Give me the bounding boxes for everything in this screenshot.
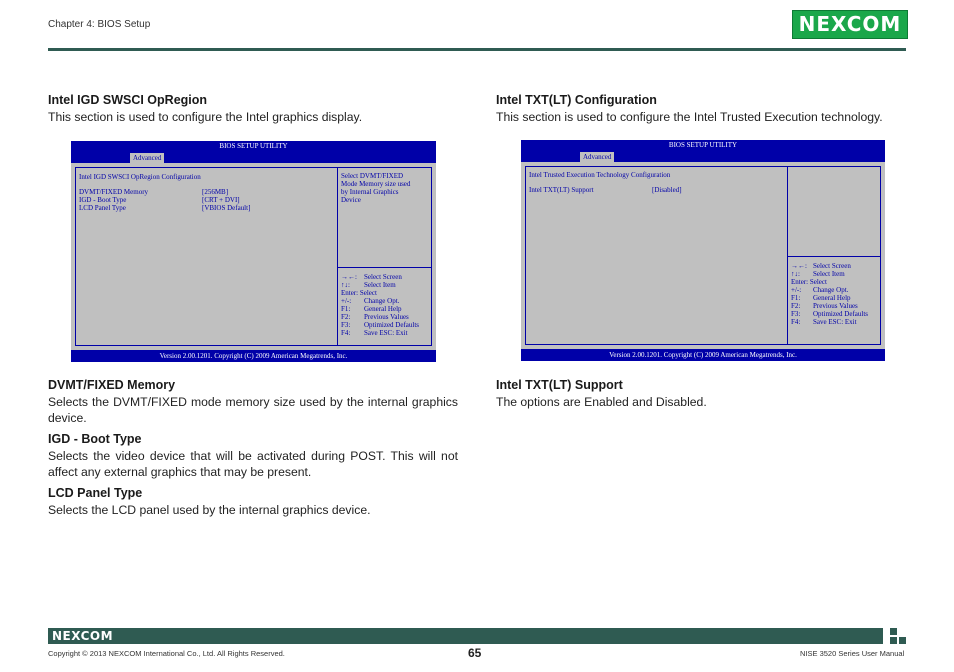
bios-key: +/-: [341, 297, 352, 305]
section-text-boot-type: Selects the video device that will be ac… [48, 449, 458, 479]
footer-square-icon [899, 637, 906, 644]
section-heading-boot-type: IGD - Boot Type [48, 432, 142, 446]
bios-screen-right: BIOS SETUP UTILITY Advanced Intel Truste… [521, 140, 885, 361]
bios-footer: Version 2.00.1201. Copyright (C) 2009 Am… [159, 352, 348, 360]
section-heading-dvmt: DVMT/FIXED Memory [48, 378, 176, 392]
footer-square-icon [890, 628, 897, 635]
bios-panel: Intel IGD SWSCI OpRegion Configuration D… [71, 163, 436, 350]
nexcom-logo: NEXCOM [792, 10, 908, 39]
bios-key: F3: [341, 321, 351, 329]
bios-key: →←: [341, 273, 357, 281]
bios-key-desc: Select Item [364, 281, 396, 289]
footer-square-icon [890, 637, 897, 644]
bios-footer: Version 2.00.1201. Copyright (C) 2009 Am… [609, 351, 797, 359]
bios-help-line: Device [341, 196, 361, 204]
tab-advanced[interactable]: Advanced [130, 153, 165, 163]
bios-item-label[interactable]: Intel TXT(LT) Support [529, 186, 594, 194]
manual-title: NISE 3520 Series User Manual [800, 649, 905, 658]
section-text-lcd-panel: Selects the LCD panel used by the intern… [48, 503, 371, 517]
copyright-text: Copyright © 2013 NEXCOM International Co… [48, 649, 285, 658]
bios-key: F4: [341, 329, 351, 337]
bios-key-desc: Optimized Defaults [813, 310, 869, 318]
bios-config-title: Intel IGD SWSCI OpRegion Configuration [79, 173, 201, 181]
bios-item-label[interactable]: DVMT/FIXED Memory [79, 188, 148, 196]
bios-key: F2: [341, 313, 351, 321]
section-heading-lcd-panel: LCD Panel Type [48, 486, 143, 500]
bios-key: →←: [791, 262, 807, 270]
bios-help-line: by Internal Graphics [341, 188, 399, 196]
bios-item-label[interactable]: IGD - Boot Type [79, 196, 126, 204]
bios-key: Enter: Select [791, 278, 827, 286]
bios-key-desc: General Help [364, 305, 402, 313]
bios-key-desc: Optimized Defaults [364, 321, 420, 329]
section-heading-txt-support: Intel TXT(LT) Support [496, 378, 623, 392]
bios-key: Enter: Select [341, 289, 377, 297]
bios-key: F3: [791, 310, 801, 318]
logo-text: NEXCOM [798, 12, 902, 36]
bios-config-title: Intel Trusted Execution Technology Confi… [529, 171, 671, 179]
bios-key-desc: Select Item [813, 270, 845, 278]
bios-key: F1: [791, 294, 801, 302]
bios-help-divider [338, 267, 431, 268]
bios-key-desc: Select Screen [364, 273, 402, 281]
bios-item-value[interactable]: [VBIOS Default] [202, 204, 250, 212]
header-rule [48, 48, 906, 51]
bios-panel: Intel Trusted Execution Technology Confi… [521, 162, 885, 349]
bios-item-value[interactable]: [256MB] [202, 188, 228, 196]
bios-key: F1: [341, 305, 351, 313]
bios-key: ↑↓: [791, 270, 800, 278]
bios-key: F4: [791, 318, 801, 326]
bios-tab-row: Advanced [71, 152, 436, 163]
bios-key-desc: Previous Values [364, 313, 409, 321]
section-text-txt-config: This section is used to configure the In… [496, 110, 883, 124]
bios-help-divider [788, 256, 880, 257]
bios-key-desc: General Help [813, 294, 851, 302]
section-text-dvmt: Selects the DVMT/FIXED mode memory size … [48, 395, 458, 425]
bios-key: F2: [791, 302, 801, 310]
bios-key: ↑↓: [341, 281, 350, 289]
bios-title: BIOS SETUP UTILITY [668, 141, 738, 149]
section-text-igd-swsci: This section is used to configure the In… [48, 110, 363, 124]
bios-help-line: Mode Memory size used [341, 180, 411, 188]
bios-key-desc: Save ESC: Exit [813, 318, 857, 326]
bios-key-desc: Select Screen [813, 262, 851, 270]
bios-key-desc: Change Opt. [364, 297, 400, 305]
section-heading-txt-config: Intel TXT(LT) Configuration [496, 93, 657, 107]
bios-help-line: Select DVMT/FIXED [341, 172, 404, 180]
bios-divider [337, 168, 338, 345]
bios-item-value[interactable]: [Disabled] [652, 186, 682, 194]
footer-logo: NEXCOM [52, 629, 114, 643]
footer-bar [48, 628, 883, 644]
page-number: 65 [468, 646, 482, 660]
bios-tab-row: Advanced [521, 151, 885, 162]
chapter-title: Chapter 4: BIOS Setup [48, 19, 151, 30]
section-heading-igd-swsci: Intel IGD SWSCI OpRegion [48, 93, 208, 107]
bios-key-desc: Save ESC: Exit [364, 329, 408, 337]
bios-key: +/-: [791, 286, 802, 294]
section-text-txt-support: The options are Enabled and Disabled. [496, 395, 707, 409]
bios-title: BIOS SETUP UTILITY [219, 142, 288, 150]
bios-item-label[interactable]: LCD Panel Type [79, 204, 126, 212]
tab-advanced[interactable]: Advanced [580, 152, 615, 162]
bios-screen-left: BIOS SETUP UTILITY Advanced Intel IGD SW… [71, 141, 436, 362]
bios-key-desc: Previous Values [813, 302, 858, 310]
bios-key-desc: Change Opt. [813, 286, 849, 294]
bios-item-value[interactable]: [CRT + DVI] [202, 196, 240, 204]
